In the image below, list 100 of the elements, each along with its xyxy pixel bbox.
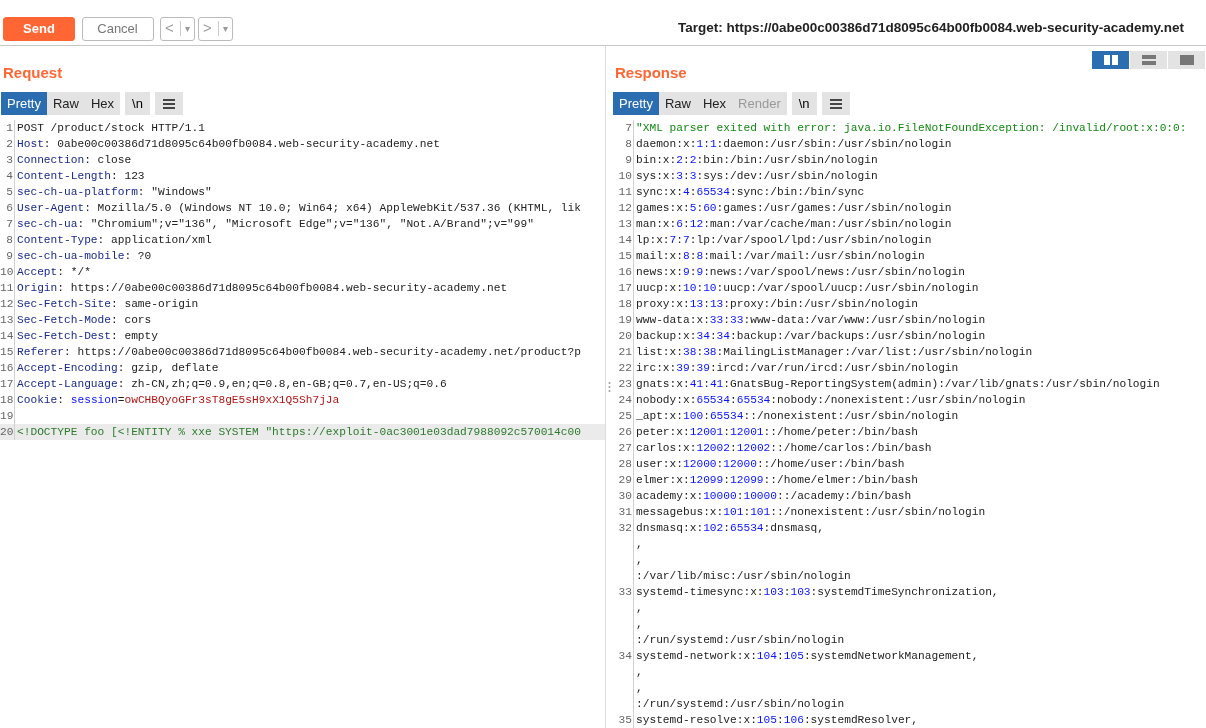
code-line: systemd-network:x:104:105:systemdNetworkManagement, xyxy=(635,649,980,664)
code-line: POST /product/stock HTTP/1.1 xyxy=(16,121,206,136)
line-number: 10 xyxy=(0,264,15,280)
code-line: daemon:x:1:1:daemon:/usr/sbin:/usr/sbin/nologin xyxy=(635,137,953,152)
view-tab[interactable]: Pretty xyxy=(1,92,47,115)
split-rows-icon xyxy=(1141,55,1156,65)
layout-button[interactable] xyxy=(1130,51,1167,69)
code-line: Sec-Fetch-Dest: empty xyxy=(16,329,159,344)
code-line: lp:x:7:7:lp:/var/spool/lpd:/usr/sbin/nologin xyxy=(635,233,933,248)
code-line: carlos:x:12002:12002::/home/carlos:/bin/bash xyxy=(635,441,933,456)
menu-button[interactable] xyxy=(154,92,183,115)
code-line: peter:x:12001:12001::/home/peter:/bin/bash xyxy=(635,425,919,440)
line-number: 14 xyxy=(0,328,15,344)
code-line: Content-Type: application/xml xyxy=(16,233,213,248)
code-line: User-Agent: Mozilla/5.0 (Windows NT 10.0; Win64; x64) AppleWebKit/537.36 (KHTML, lik xyxy=(16,201,582,216)
code-line: news:x:9:9:news:/var/spool/news:/usr/sbin/nologin xyxy=(635,265,966,280)
code-line: backup:x:34:34:backup:/var/backups:/usr/sbin/nologin xyxy=(635,329,987,344)
code-line: , xyxy=(635,601,644,616)
code-line: Cookie: session=owCHBQyoGFr3sT8gE5sH9xX1Q5Sh7jJa xyxy=(16,393,341,408)
code-line: Accept: */* xyxy=(16,265,92,280)
code-line: , xyxy=(635,681,644,696)
code-line: Host: 0abe00c00386d71d8095c64b00fb0084.web-security-academy.net xyxy=(16,137,441,152)
back-button[interactable]: < ▾ xyxy=(160,16,195,41)
code-line: , xyxy=(635,537,644,552)
line-number: 22 xyxy=(612,360,634,376)
line-number: 10 xyxy=(612,168,634,184)
panel-title: Request xyxy=(2,63,63,83)
code-line: systemd-resolve:x:105:106:systemdResolver, xyxy=(635,713,920,728)
line-number: 35 xyxy=(612,712,634,728)
code-line: :/var/lib/misc:/usr/sbin/nologin xyxy=(635,569,852,584)
single-pane-icon xyxy=(1179,55,1194,65)
layout-button[interactable] xyxy=(1168,51,1205,69)
line-number: 19 xyxy=(612,312,634,328)
line-number: 17 xyxy=(612,280,634,296)
line-number: 12 xyxy=(612,200,634,216)
layout-button[interactable] xyxy=(1092,51,1129,69)
line-number: 15 xyxy=(612,248,634,264)
code-line: Accept-Encoding: gzip, deflate xyxy=(16,361,220,376)
code-line: sec-ch-ua-mobile: ?0 xyxy=(16,249,153,264)
line-number: 2 xyxy=(0,136,15,152)
forward-button[interactable]: > ▾ xyxy=(198,16,233,41)
code-line: uucp:x:10:10:uucp:/var/spool/uucp:/usr/sbin/nologin xyxy=(635,281,980,296)
line-number: 9 xyxy=(612,152,634,168)
newline-toggle[interactable]: \n xyxy=(791,92,817,115)
line-number: 29 xyxy=(612,472,634,488)
code-line: mail:x:8:8:mail:/var/mail:/usr/sbin/nologin xyxy=(635,249,926,264)
view-tab[interactable]: Hex xyxy=(697,92,733,115)
view-tab[interactable]: Raw xyxy=(46,92,85,115)
line-number: 32 xyxy=(612,520,634,536)
code-line: proxy:x:13:13:proxy:/bin:/usr/sbin/nologin xyxy=(635,297,919,312)
line-number: 27 xyxy=(612,440,634,456)
line-number: 7 xyxy=(612,120,634,136)
split-columns-icon xyxy=(1103,55,1118,65)
line-number: 20 xyxy=(0,424,15,440)
code-line: messagebus:x:101:101::/nonexistent:/usr/sbin/nologin xyxy=(635,505,987,520)
line-number: 23 xyxy=(612,376,634,392)
send-button[interactable]: Send xyxy=(3,16,75,41)
code-line: , xyxy=(635,617,644,632)
line-number: 16 xyxy=(612,264,634,280)
target-label: Target: https://0abe00c00386d71d8095c64b00fb0084.web-security-academy.net xyxy=(678,19,1185,38)
panel-title: Response xyxy=(614,63,687,83)
code-line: :/run/systemd:/usr/sbin/nologin xyxy=(635,633,846,648)
code-line: bin:x:2:2:bin:/bin:/usr/sbin/nologin xyxy=(635,153,879,168)
menu-button[interactable] xyxy=(821,92,850,115)
menu-icon xyxy=(829,98,842,109)
line-number: 28 xyxy=(612,456,634,472)
menu-icon xyxy=(162,98,175,109)
code-line: sec-ch-ua: "Chromium";v="136", "Microsoft Edge";v="136", "Not.A/Brand";v="99" xyxy=(16,217,535,232)
code-line: gnats:x:41:41:GnatsBug-ReportingSystem(admin):/var/lib/gnats:/usr/sbin/nologin xyxy=(635,377,1161,392)
view-tab[interactable]: Raw xyxy=(658,92,697,115)
line-number: 5 xyxy=(0,184,15,200)
code-line: Connection: close xyxy=(16,153,133,168)
resize-handle-icon[interactable] xyxy=(607,381,611,393)
line-number: 7 xyxy=(0,216,15,232)
line-number: 13 xyxy=(612,216,634,232)
code-line: :/run/systemd:/usr/sbin/nologin xyxy=(635,697,846,712)
newline-toggle[interactable]: \n xyxy=(125,92,150,115)
line-number: 12 xyxy=(0,296,15,312)
code-line: _apt:x:100:65534::/nonexistent:/usr/sbin/nologin xyxy=(635,409,960,424)
line-number: 26 xyxy=(612,424,634,440)
view-tab[interactable]: Hex xyxy=(85,92,121,115)
code-line: irc:x:39:39:ircd:/var/run/ircd:/usr/sbin/nologin xyxy=(635,361,960,376)
line-number: 9 xyxy=(0,248,15,264)
cancel-button[interactable]: Cancel xyxy=(81,16,154,41)
code-line: games:x:5:60:games:/usr/games:/usr/sbin/nologin xyxy=(635,201,953,216)
line-number: 11 xyxy=(0,280,15,296)
code-line: elmer:x:12099:12099::/home/elmer:/bin/bash xyxy=(635,473,919,488)
line-number: 21 xyxy=(612,344,634,360)
line-number: 13 xyxy=(0,312,15,328)
line-number: 4 xyxy=(0,168,15,184)
code-line: www-data:x:33:33:www-data:/var/www:/usr/sbin/nologin xyxy=(635,313,987,328)
code-line: Referer: https://0abe00c00386d71d8095c64b00fb0084.web-security-academy.net/product?p xyxy=(16,345,582,360)
view-tab[interactable]: Pretty xyxy=(613,92,659,115)
line-number: 15 xyxy=(0,344,15,360)
code-line: list:x:38:38:MailingListManager:/var/list:/usr/sbin/nologin xyxy=(635,345,1034,360)
code-line: nobody:x:65534:65534:nobody:/nonexistent:/usr/sbin/nologin xyxy=(635,393,1027,408)
code-line: Sec-Fetch-Site: same-origin xyxy=(16,297,200,312)
line-number: 25 xyxy=(612,408,634,424)
line-number: 11 xyxy=(612,184,634,200)
line-number: 14 xyxy=(612,232,634,248)
